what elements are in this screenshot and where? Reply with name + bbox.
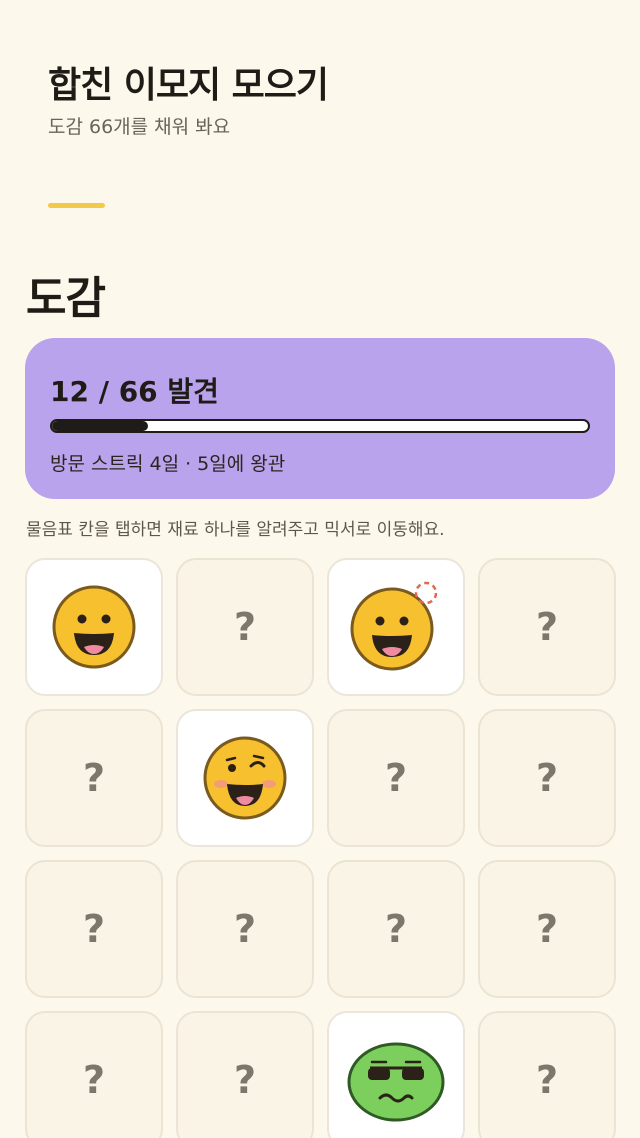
progress-count: 12 / 66 발견 (50, 375, 219, 408)
app-subtitle: 도감 66개를 채워 봐요 (48, 116, 231, 138)
question-mark-icon: ? (384, 756, 408, 800)
progress-card: 12 / 66 발견 방문 스트릭 4일 · 5일에 왕관 (25, 338, 615, 499)
emoji-cell-locked[interactable]: ? (478, 558, 616, 696)
accent-bar (48, 203, 105, 208)
emoji-cell-locked[interactable]: ? (176, 860, 314, 998)
green-sunglasses-face-icon (346, 1038, 446, 1122)
emoji-cell-locked[interactable]: ? (25, 709, 163, 847)
question-mark-icon: ? (233, 605, 257, 649)
emoji-cell-locked[interactable]: ? (176, 1011, 314, 1138)
emoji-cell-locked[interactable]: ? (327, 709, 465, 847)
question-mark-icon: ? (233, 1058, 257, 1102)
emoji-cell-found[interactable] (176, 709, 314, 847)
emoji-cell-locked[interactable]: ? (327, 860, 465, 998)
emoji-cell-locked[interactable]: ? (176, 558, 314, 696)
emoji-grid: ? ?? ???????? ? (25, 558, 616, 1138)
emoji-cell-locked[interactable]: ? (478, 860, 616, 998)
emoji-cell-locked[interactable]: ? (478, 709, 616, 847)
question-mark-icon: ? (535, 605, 559, 649)
emoji-cell-found[interactable] (327, 1011, 465, 1138)
question-mark-icon: ? (82, 756, 106, 800)
question-mark-icon: ? (82, 907, 106, 951)
streak-text: 방문 스트릭 4일 · 5일에 왕관 (50, 453, 286, 475)
question-mark-icon: ? (535, 1058, 559, 1102)
question-mark-icon: ? (233, 907, 257, 951)
question-mark-icon: ? (535, 756, 559, 800)
question-mark-icon: ? (384, 907, 408, 951)
hint-text: 물음표 칸을 탭하면 재료 하나를 알려주고 믹서로 이동해요. (26, 520, 445, 540)
emoji-cell-locked[interactable]: ? (478, 1011, 616, 1138)
grinning-face-icon (50, 583, 138, 671)
question-mark-icon: ? (535, 907, 559, 951)
emoji-cell-locked[interactable]: ? (25, 1011, 163, 1138)
progress-bar (50, 419, 590, 433)
grinning-face-with-sparkle-icon (348, 581, 444, 673)
app-title: 합친 이모지 모으기 (48, 65, 329, 106)
progress-fill (52, 421, 149, 431)
winking-face-icon (201, 734, 289, 822)
emoji-cell-locked[interactable]: ? (25, 860, 163, 998)
section-title: 도감 (26, 273, 106, 324)
emoji-cell-found[interactable] (25, 558, 163, 696)
question-mark-icon: ? (82, 1058, 106, 1102)
emoji-cell-found[interactable] (327, 558, 465, 696)
